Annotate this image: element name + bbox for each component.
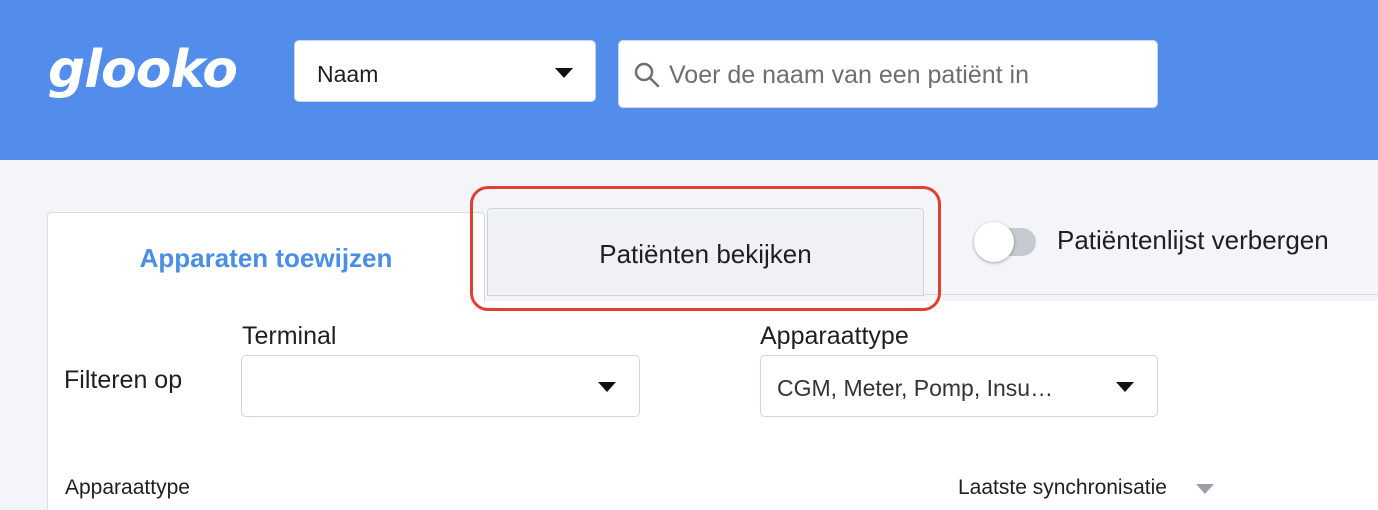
patient-search-box[interactable]: [618, 40, 1158, 108]
terminal-select[interactable]: [241, 355, 640, 417]
device-type-select[interactable]: CGM, Meter, Pomp, Insu…: [760, 355, 1158, 417]
hide-patient-list-toggle[interactable]: [974, 222, 1036, 262]
tab-assign-devices-label: Apparaten toewijzen: [139, 243, 393, 273]
tab-view-patients[interactable]: Patiënten bekijken: [487, 208, 924, 296]
chevron-down-icon: [555, 68, 573, 78]
top-bar: glooko Naam: [0, 0, 1378, 160]
device-type-label: Apparaattype: [760, 322, 909, 350]
chevron-down-icon: [598, 382, 616, 392]
device-type-value: CGM, Meter, Pomp, Insu…: [777, 375, 1054, 401]
chevron-down-icon: [1116, 382, 1134, 392]
terminal-label: Terminal: [242, 322, 337, 350]
tab-assign-devices[interactable]: Apparaten toewijzen: [47, 212, 485, 302]
tab-view-patients-label: Patiënten bekijken: [599, 239, 812, 269]
search-by-select[interactable]: Naam: [294, 40, 596, 102]
filter-by-label: Filteren op: [64, 366, 183, 394]
sort-descending-icon[interactable]: [1196, 484, 1214, 494]
glooko-logo[interactable]: glooko: [48, 40, 238, 100]
search-icon: [634, 62, 660, 88]
search-by-value: Naam: [317, 61, 379, 87]
tab-divider: [924, 294, 1378, 295]
column-header-last-sync[interactable]: Laatste synchronisatie: [958, 476, 1167, 500]
column-header-device-type[interactable]: Apparaattype: [65, 476, 190, 500]
hide-patient-list-label: Patiëntenlijst verbergen: [1057, 225, 1329, 255]
toggle-knob: [974, 222, 1014, 262]
patient-search-input[interactable]: [667, 55, 1141, 95]
